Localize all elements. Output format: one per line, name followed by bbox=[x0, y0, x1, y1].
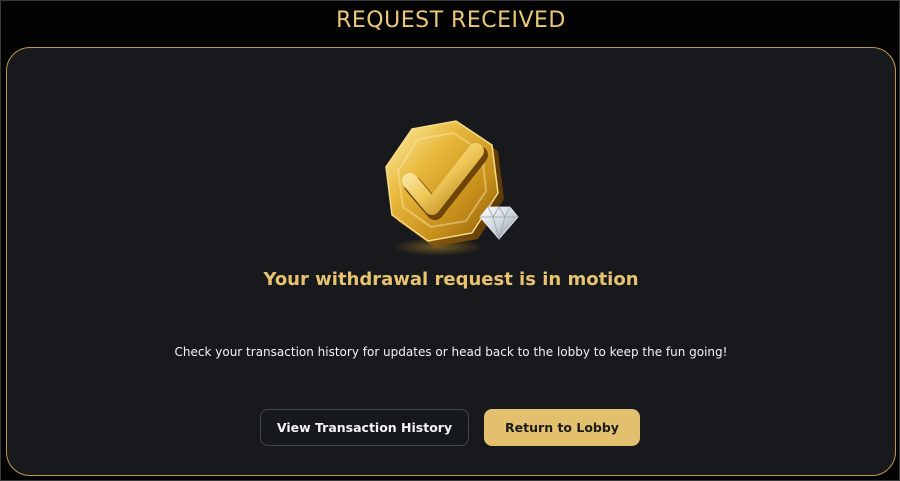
return-to-lobby-button[interactable]: Return to Lobby bbox=[484, 409, 640, 446]
confirmation-headline: Your withdrawal request is in motion bbox=[263, 269, 639, 290]
page-title: REQUEST RECEIVED bbox=[336, 8, 566, 33]
success-badge-icon bbox=[376, 115, 536, 261]
confirmation-message: Check your transaction history for updat… bbox=[174, 345, 728, 359]
view-transaction-history-button[interactable]: View Transaction History bbox=[260, 409, 469, 446]
